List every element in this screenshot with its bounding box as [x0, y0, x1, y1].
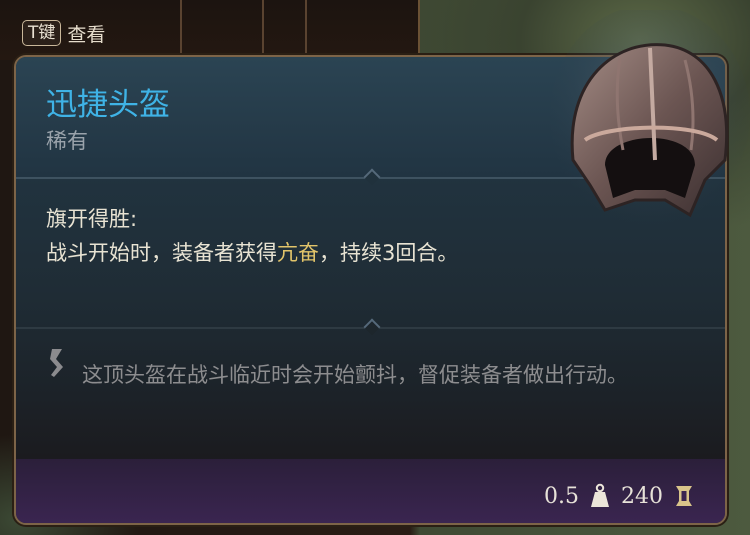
item-value: 240 — [621, 483, 663, 509]
top-hotbar-frame: T键 查看 — [0, 0, 420, 60]
inspect-label: 查看 — [67, 23, 106, 46]
hotbar-divider — [262, 0, 264, 60]
keybind-badge: T键 — [22, 20, 62, 46]
condition-keyword-link[interactable]: 亢奋 — [277, 241, 319, 265]
item-name: 迅捷头盔 — [46, 87, 170, 123]
divider-notch — [363, 318, 381, 336]
helmet-item-icon — [550, 10, 750, 225]
item-stats: 0.5 240 — [544, 483, 695, 509]
lore-icon — [50, 349, 63, 377]
passive-description: 战斗开始时，装备者获得亢奋，持续3回合。 — [46, 237, 526, 270]
passive-name: 旗开得胜: — [46, 207, 138, 231]
passive-text: 战斗开始时，装备者获得 — [46, 241, 277, 265]
gold-coin-icon — [676, 486, 692, 506]
hotbar-divider — [180, 0, 182, 60]
passive-text: ，持续3回合。 — [319, 241, 459, 265]
tooltip-footer: 0.5 240 — [16, 459, 725, 523]
hotbar-divider — [305, 0, 307, 60]
inspect-hint[interactable]: T键 查看 — [22, 18, 105, 48]
weight-icon — [591, 483, 609, 507]
item-lore: 这顶头盔在战斗临近时会开始颤抖，督促装备者做出行动。 — [82, 363, 628, 387]
item-rarity: 稀有 — [46, 129, 88, 153]
item-weight: 0.5 — [544, 483, 579, 509]
